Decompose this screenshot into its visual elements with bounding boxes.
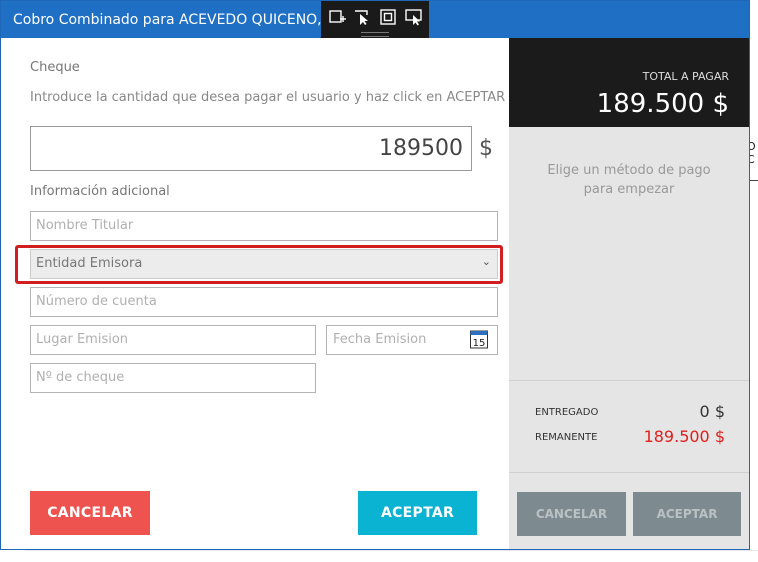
payment-summary: TOTAL A PAGAR 189.500 $ Elige un método … [509,38,749,549]
screen-cursor-icon[interactable] [404,8,424,26]
summary-divider-bottom [509,472,749,473]
account-number-field[interactable]: Número de cuenta [30,287,498,317]
payment-method-message: Elige un método de pago para empezar [509,161,749,199]
add-frame-icon[interactable] [327,8,347,26]
calendar-day: 15 [473,338,486,349]
background-bottom-strip [25,550,758,562]
total-label: TOTAL A PAGAR [642,70,729,83]
payment-dialog: Cobro Combinado para ACEVEDO QUICENO, VA… [0,0,750,550]
issue-date-placeholder: Fecha Emision [333,332,427,347]
total-value: 189.500 $ [596,89,729,119]
cancel-button[interactable]: CANCELAR [30,491,150,535]
check-number-field[interactable]: Nº de cheque [30,363,316,393]
payment-method-line2: para empezar [583,182,675,197]
payment-method-line1: Elige un método de pago [547,163,711,178]
focus-frame-icon[interactable] [378,8,398,26]
total-box: TOTAL A PAGAR 189.500 $ [509,38,749,127]
account-number-placeholder: Número de cuenta [36,294,157,309]
section-title: Cheque [30,60,80,75]
currency-symbol: $ [479,136,493,161]
issue-date-field[interactable]: Fecha Emision 15 [326,325,498,355]
window-title: Cobro Combinado para ACEVEDO QUICENO, VA… [13,12,323,28]
holder-name-field[interactable]: Nombre Titular [30,211,498,241]
accept-button[interactable]: ACEPTAR [358,491,477,535]
issue-place-field[interactable]: Lugar Emision [30,325,316,355]
select-cursor-icon[interactable] [352,8,372,26]
title-bar[interactable]: Cobro Combinado para ACEVEDO QUICENO, VA… [1,1,749,38]
calendar-icon[interactable]: 15 [469,328,489,350]
remaining-value: 189.500 $ [643,427,725,446]
capture-toolbar [321,1,429,38]
delivered-label: ENTREGADO [535,407,599,418]
toolbar-grip[interactable] [361,32,389,37]
additional-info-title: Información adicional [30,184,170,199]
payment-form: Cheque Introduce la cantidad que desea p… [1,38,509,549]
instructions-text: Introduce la cantidad que desea pagar el… [30,90,506,105]
delivered-value: 0 $ [699,402,725,421]
summary-divider [509,380,749,381]
amount-value: 189500 [379,136,463,161]
holder-name-placeholder: Nombre Titular [36,218,134,233]
remaining-label: REMANENTE [535,432,598,443]
account-number-highlight [15,245,503,284]
summary-cancel-button[interactable]: CANCELAR [517,492,626,536]
amount-input[interactable]: 189500 [30,126,472,171]
issue-place-placeholder: Lugar Emision [36,332,129,347]
summary-accept-button[interactable]: ACEPTAR [633,492,741,536]
check-number-placeholder: Nº de cheque [36,370,125,385]
